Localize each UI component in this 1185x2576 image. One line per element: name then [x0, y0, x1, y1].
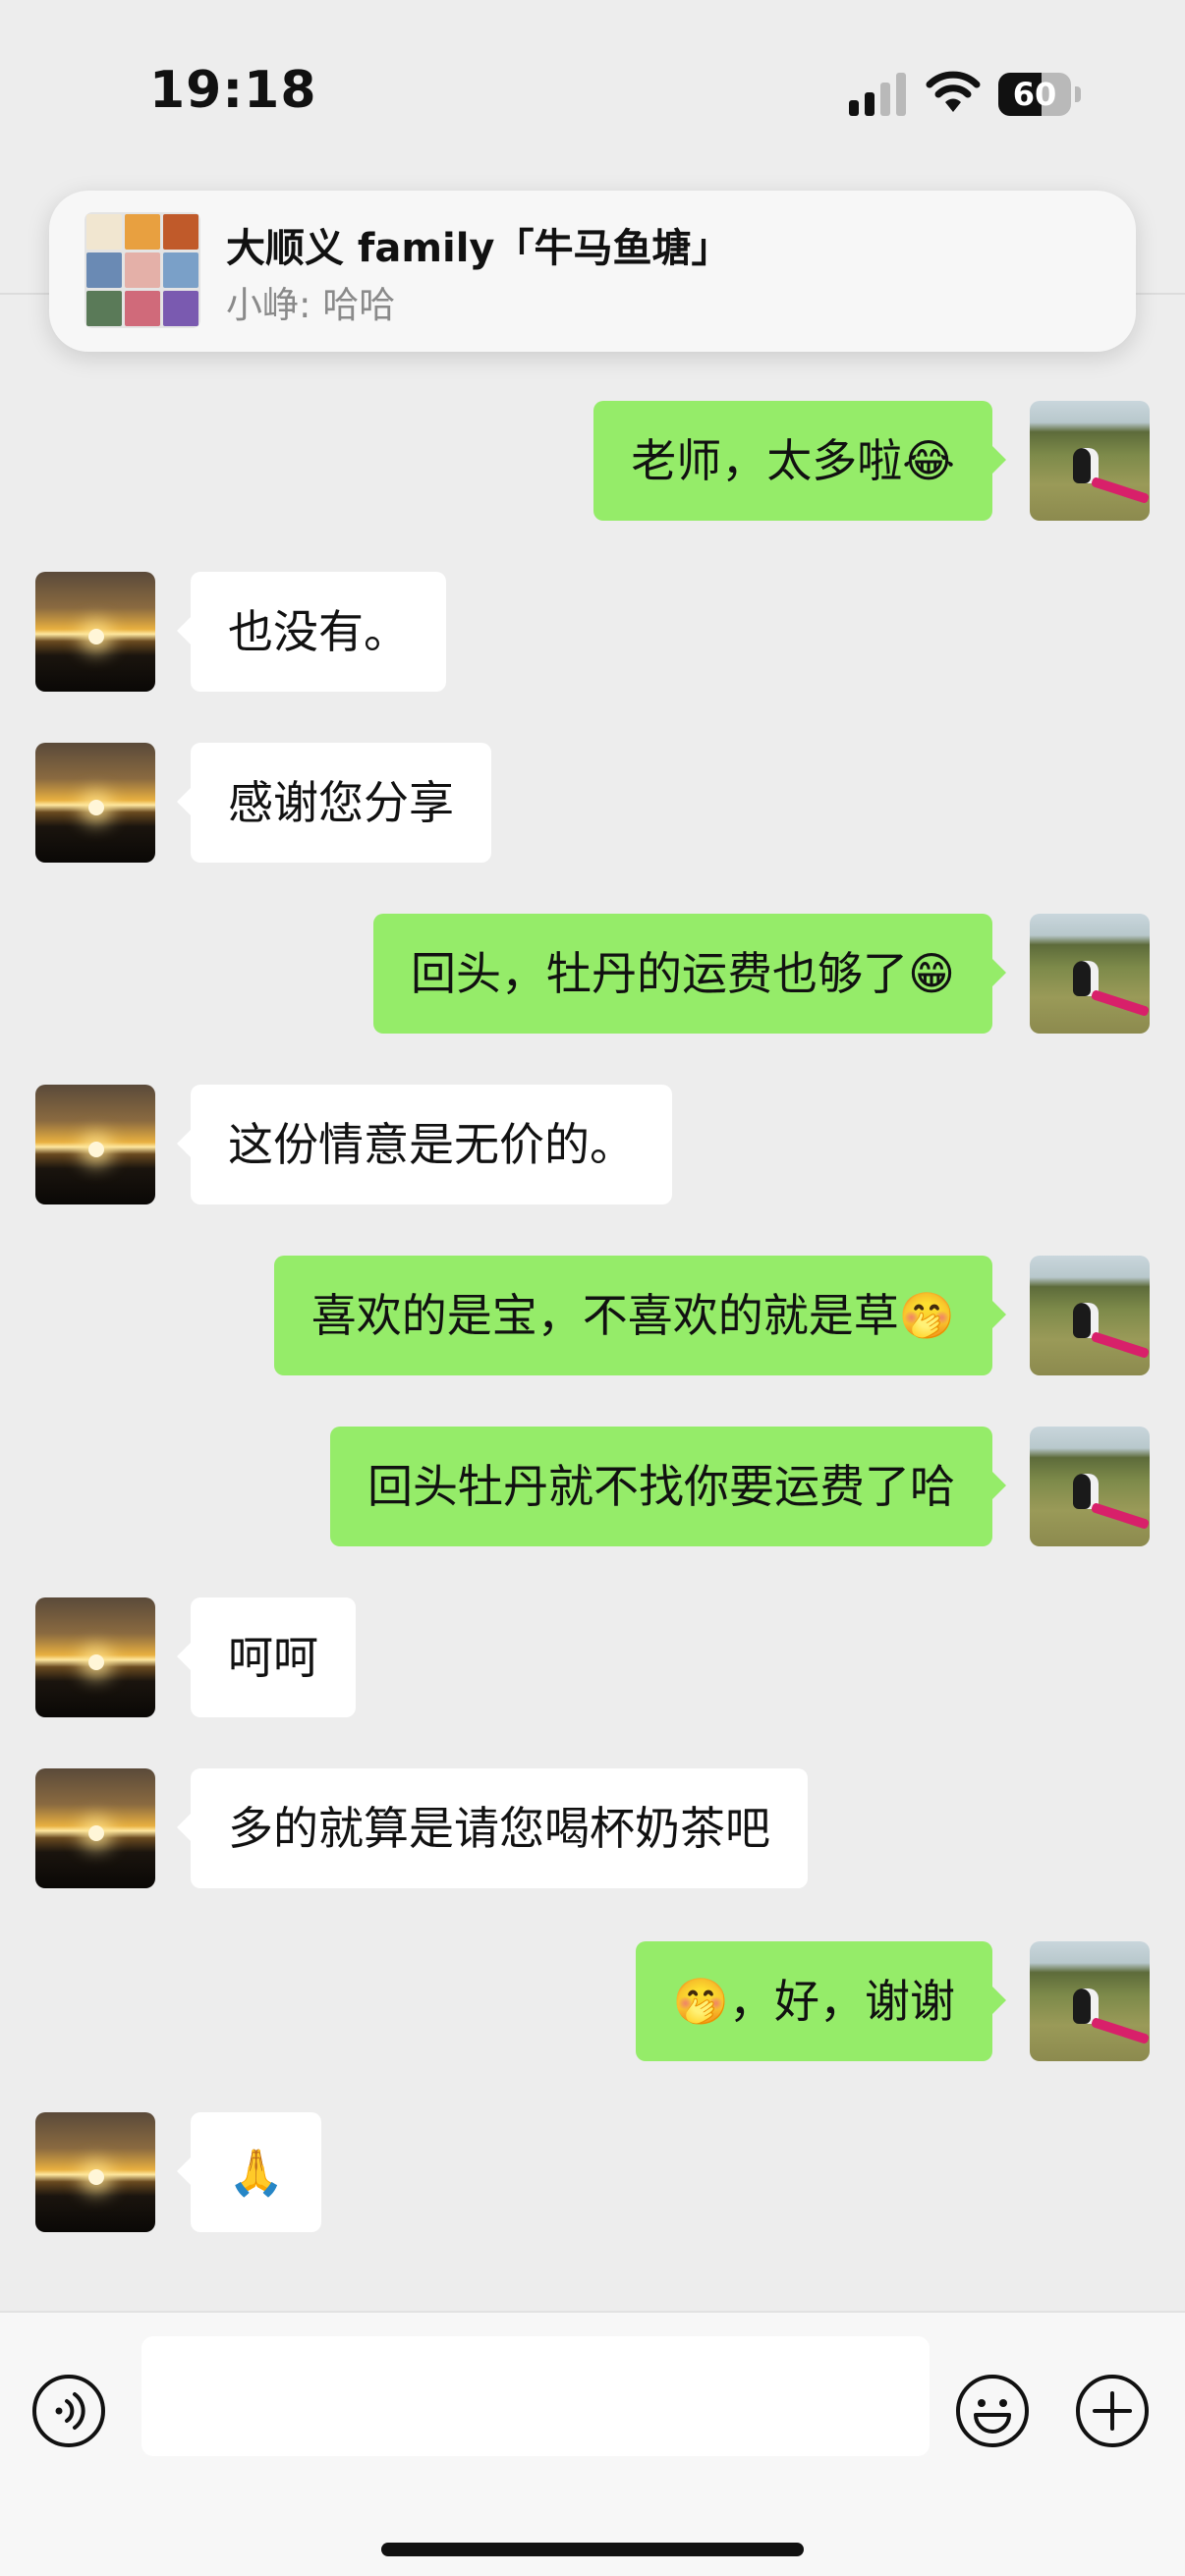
chat-input-bar	[0, 2311, 1185, 2576]
sent-message-bubble[interactable]: 回头牡丹就不找你要运费了哈	[330, 1427, 1006, 1546]
battery-level: 60	[1012, 76, 1057, 113]
received-message-bubble[interactable]: 也没有。	[177, 572, 446, 692]
group-member-thumbnail	[163, 252, 198, 288]
contact-avatar[interactable]	[35, 2112, 155, 2232]
notification-title: 大顺义 family「牛马鱼塘」	[226, 226, 731, 271]
group-avatar	[85, 212, 200, 328]
status-bar: 19:18 60	[0, 0, 1185, 187]
emoji-icon[interactable]	[955, 2374, 1030, 2448]
voice-icon[interactable]	[31, 2374, 106, 2448]
my-avatar[interactable]	[1030, 1256, 1150, 1375]
contact-avatar[interactable]	[35, 1085, 155, 1204]
status-time: 19:18	[149, 61, 317, 120]
group-member-thumbnail	[163, 291, 198, 326]
home-indicator[interactable]	[381, 2543, 804, 2556]
battery-icon: 60	[998, 73, 1081, 116]
wifi-icon	[926, 71, 981, 112]
sent-message-bubble[interactable]: 🤭，好，谢谢	[635, 1941, 1007, 2061]
my-avatar[interactable]	[1030, 401, 1150, 521]
received-message-bubble[interactable]: 呵呵	[177, 1597, 356, 1717]
notification-preview: 小峥: 哈哈	[226, 284, 396, 326]
sent-message-bubble[interactable]: 老师，太多啦😂	[593, 401, 1006, 521]
group-member-thumbnail	[125, 252, 160, 288]
group-member-thumbnail	[86, 291, 122, 326]
received-message-bubble[interactable]: 这份情意是无价的。	[177, 1085, 672, 1204]
received-message-bubble[interactable]: 感谢您分享	[177, 743, 491, 863]
received-message-bubble[interactable]: 🙏	[176, 2112, 322, 2232]
contact-avatar[interactable]	[35, 1597, 155, 1717]
my-avatar[interactable]	[1030, 914, 1150, 1034]
notification-banner[interactable]: 大顺义 family「牛马鱼塘」 小峥: 哈哈	[49, 191, 1136, 352]
group-member-thumbnail	[86, 252, 122, 288]
sent-message-bubble[interactable]: 喜欢的是宝，不喜欢的就是草🤭	[273, 1256, 1007, 1375]
my-avatar[interactable]	[1030, 1941, 1150, 2061]
contact-avatar[interactable]	[35, 1768, 155, 1888]
group-member-thumbnail	[86, 214, 122, 250]
cellular-signal-icon	[849, 73, 908, 116]
sent-message-bubble[interactable]: 回头，牡丹的运费也够了😁	[373, 914, 1006, 1034]
plus-icon[interactable]	[1075, 2374, 1150, 2448]
contact-avatar[interactable]	[35, 572, 155, 692]
group-member-thumbnail	[163, 214, 198, 250]
received-message-bubble[interactable]: 多的就算是请您喝杯奶茶吧	[177, 1768, 808, 1888]
contact-avatar[interactable]	[35, 743, 155, 863]
my-avatar[interactable]	[1030, 1427, 1150, 1546]
message-input[interactable]	[141, 2336, 930, 2456]
group-member-thumbnail	[125, 291, 160, 326]
group-member-thumbnail	[125, 214, 160, 250]
